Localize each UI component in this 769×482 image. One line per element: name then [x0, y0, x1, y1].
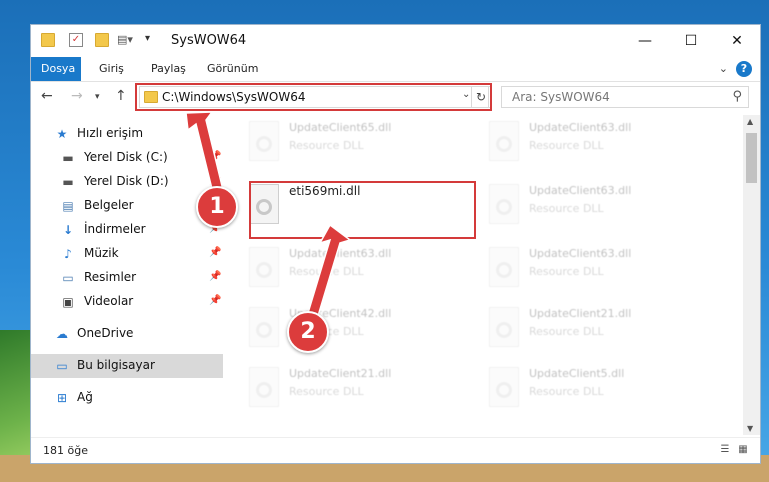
- callout-arrows: [185, 111, 352, 317]
- arrow-2: [307, 223, 352, 317]
- callout-badge-1: 1: [196, 186, 238, 228]
- callout-badge-2: 2: [287, 311, 329, 353]
- arrow-1: [185, 111, 224, 194]
